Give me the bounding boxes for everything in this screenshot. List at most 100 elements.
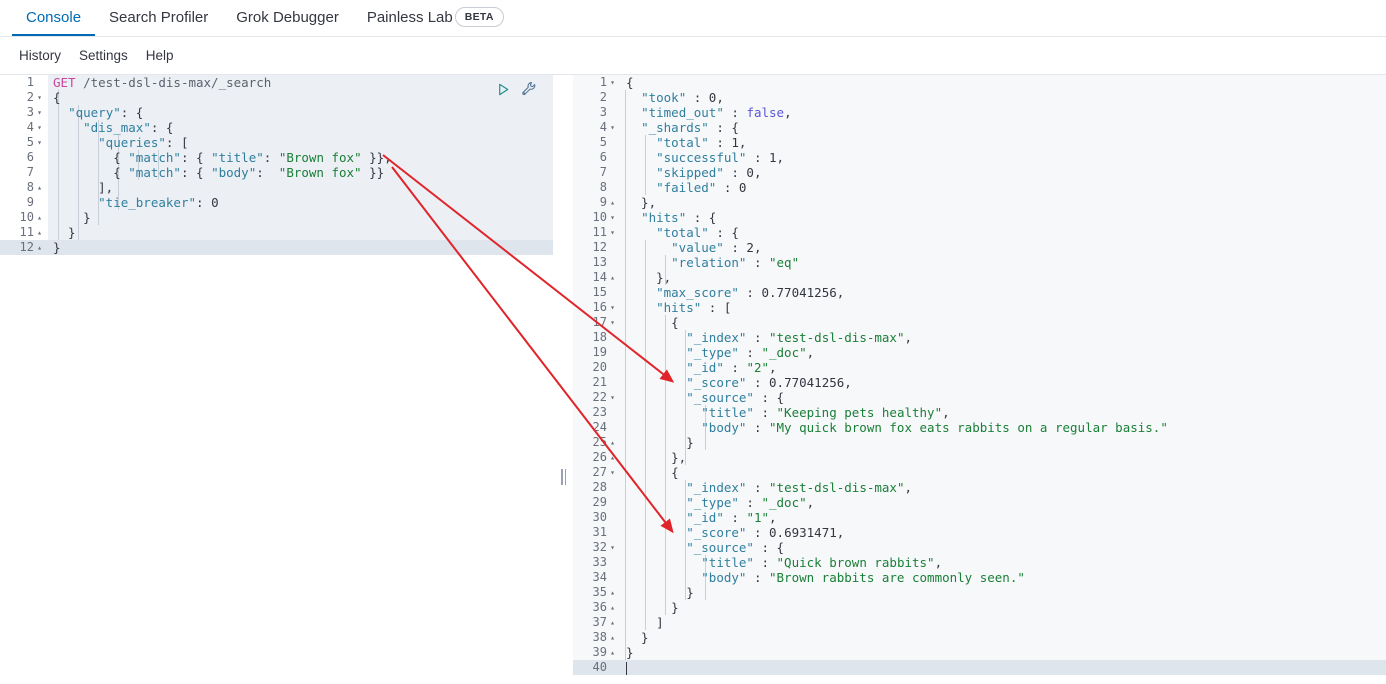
line-number: 11	[593, 225, 607, 240]
code-text: }	[621, 630, 1386, 645]
response-code-lines[interactable]: 1▾{2 "took" : 0,3 "timed_out" : false,4▾…	[573, 75, 1386, 675]
response-line-16[interactable]: 16▾ "hits" : [	[573, 300, 1386, 315]
response-line-20[interactable]: 20 "_id" : "2",	[573, 360, 1386, 375]
line-number: 16	[593, 300, 607, 315]
response-line-15[interactable]: 15 "max_score" : 0.77041256,	[573, 285, 1386, 300]
fold-close-icon[interactable]: ▴	[607, 600, 618, 615]
request-line-11[interactable]: 11▴ }	[0, 225, 553, 240]
response-line-37[interactable]: 37▴ ]	[573, 615, 1386, 630]
response-line-29[interactable]: 29 "_type" : "_doc",	[573, 495, 1386, 510]
response-line-7[interactable]: 7 "skipped" : 0,	[573, 165, 1386, 180]
request-line-10[interactable]: 10▴ }	[0, 210, 553, 225]
fold-close-icon[interactable]: ▴	[607, 585, 618, 600]
fold-open-icon[interactable]: ▾	[607, 300, 618, 315]
fold-open-icon[interactable]: ▾	[607, 225, 618, 240]
response-line-24[interactable]: 24 "body" : "My quick brown fox eats rab…	[573, 420, 1386, 435]
fold-close-icon[interactable]: ▴	[34, 180, 45, 195]
response-line-1[interactable]: 1▾{	[573, 75, 1386, 90]
response-line-23[interactable]: 23 "title" : "Keeping pets healthy",	[573, 405, 1386, 420]
response-line-14[interactable]: 14▴ },	[573, 270, 1386, 285]
fold-open-icon[interactable]: ▾	[607, 75, 618, 90]
response-line-21[interactable]: 21 "_score" : 0.77041256,	[573, 375, 1386, 390]
fold-open-icon[interactable]: ▾	[607, 210, 618, 225]
fold-close-icon[interactable]: ▴	[607, 645, 618, 660]
fold-open-icon[interactable]: ▾	[34, 120, 45, 135]
tab-search-profiler[interactable]: Search Profiler	[95, 0, 222, 36]
response-line-18[interactable]: 18 "_index" : "test-dsl-dis-max",	[573, 330, 1386, 345]
response-line-39[interactable]: 39▴}	[573, 645, 1386, 660]
request-line-5[interactable]: 5▾ "queries": [	[0, 135, 553, 150]
submenu-item-settings[interactable]: Settings	[70, 48, 137, 63]
response-line-4[interactable]: 4▾ "_shards" : {	[573, 120, 1386, 135]
submenu-item-history[interactable]: History	[10, 48, 70, 63]
fold-close-icon[interactable]: ▴	[607, 270, 618, 285]
request-line-2[interactable]: 2▾{	[0, 90, 553, 105]
response-line-11[interactable]: 11▾ "total" : {	[573, 225, 1386, 240]
fold-close-icon[interactable]: ▴	[34, 225, 45, 240]
response-line-28[interactable]: 28 "_index" : "test-dsl-dis-max",	[573, 480, 1386, 495]
fold-close-icon[interactable]: ▴	[607, 450, 618, 465]
response-line-9[interactable]: 9▴ },	[573, 195, 1386, 210]
request-line-6[interactable]: 6 { "match": { "title": "Brown fox" }},	[0, 150, 553, 165]
response-line-40[interactable]: 40	[573, 660, 1386, 675]
request-line-7[interactable]: 7 { "match": { "body": "Brown fox" }}	[0, 165, 553, 180]
fold-open-icon[interactable]: ▾	[34, 105, 45, 120]
request-line-12[interactable]: 12▴}	[0, 240, 553, 255]
fold-open-icon[interactable]: ▾	[607, 315, 618, 330]
fold-close-icon[interactable]: ▴	[607, 195, 618, 210]
fold-close-icon[interactable]: ▴	[34, 210, 45, 225]
response-editor[interactable]: 1▾{2 "took" : 0,3 "timed_out" : false,4▾…	[573, 75, 1386, 683]
request-editor-pane[interactable]: 1GET /test-dsl-dis-max/_search2▾{3▾ "que…	[0, 75, 553, 683]
response-line-38[interactable]: 38▴ }	[573, 630, 1386, 645]
response-line-10[interactable]: 10▾ "hits" : {	[573, 210, 1386, 225]
response-line-8[interactable]: 8 "failed" : 0	[573, 180, 1386, 195]
fold-open-icon[interactable]: ▾	[607, 540, 618, 555]
response-line-32[interactable]: 32▾ "_source" : {	[573, 540, 1386, 555]
fold-open-icon[interactable]: ▾	[34, 90, 45, 105]
request-line-9[interactable]: 9 "tie_breaker": 0	[0, 195, 553, 210]
request-line-4[interactable]: 4▾ "dis_max": {	[0, 120, 553, 135]
response-viewer-pane[interactable]: 1▾{2 "took" : 0,3 "timed_out" : false,4▾…	[573, 75, 1386, 683]
fold-open-icon[interactable]: ▾	[34, 135, 45, 150]
response-line-30[interactable]: 30 "_id" : "1",	[573, 510, 1386, 525]
response-line-25[interactable]: 25▴ }	[573, 435, 1386, 450]
fold-close-icon[interactable]: ▴	[34, 240, 45, 255]
response-line-5[interactable]: 5 "total" : 1,	[573, 135, 1386, 150]
splitter-grip-icon[interactable]	[561, 469, 566, 485]
request-line-8[interactable]: 8▴ ],	[0, 180, 553, 195]
response-line-36[interactable]: 36▴ }	[573, 600, 1386, 615]
response-line-34[interactable]: 34 "body" : "Brown rabbits are commonly …	[573, 570, 1386, 585]
response-line-27[interactable]: 27▾ {	[573, 465, 1386, 480]
line-number: 10	[593, 210, 607, 225]
pane-splitter[interactable]	[553, 75, 573, 683]
response-line-2[interactable]: 2 "took" : 0,	[573, 90, 1386, 105]
fold-close-icon[interactable]: ▴	[607, 615, 618, 630]
submenu-item-help[interactable]: Help	[137, 48, 183, 63]
request-editor[interactable]: 1GET /test-dsl-dis-max/_search2▾{3▾ "que…	[0, 75, 553, 683]
fold-open-icon[interactable]: ▾	[607, 120, 618, 135]
fold-open-icon[interactable]: ▾	[607, 390, 618, 405]
response-line-22[interactable]: 22▾ "_source" : {	[573, 390, 1386, 405]
response-line-12[interactable]: 12 "value" : 2,	[573, 240, 1386, 255]
response-line-3[interactable]: 3 "timed_out" : false,	[573, 105, 1386, 120]
request-line-3[interactable]: 3▾ "query": {	[0, 105, 553, 120]
code-text: "body" : "Brown rabbits are commonly see…	[621, 570, 1386, 585]
tab-console[interactable]: Console	[12, 0, 95, 36]
fold-open-icon[interactable]: ▾	[607, 465, 618, 480]
response-line-26[interactable]: 26▴ },	[573, 450, 1386, 465]
fold-close-icon[interactable]: ▴	[607, 630, 618, 645]
fold-close-icon[interactable]: ▴	[607, 435, 618, 450]
response-line-13[interactable]: 13 "relation" : "eq"	[573, 255, 1386, 270]
wrench-icon[interactable]	[521, 81, 537, 97]
response-line-6[interactable]: 6 "successful" : 1,	[573, 150, 1386, 165]
request-code-lines[interactable]: 1GET /test-dsl-dis-max/_search2▾{3▾ "que…	[0, 75, 553, 255]
response-line-31[interactable]: 31 "_score" : 0.6931471,	[573, 525, 1386, 540]
response-line-33[interactable]: 33 "title" : "Quick brown rabbits",	[573, 555, 1386, 570]
response-line-17[interactable]: 17▾ {	[573, 315, 1386, 330]
tab-painless-lab[interactable]: Painless Lab BETA	[353, 0, 518, 36]
play-icon[interactable]	[496, 82, 511, 97]
tab-grok-debugger[interactable]: Grok Debugger	[222, 0, 353, 36]
request-line-1[interactable]: 1GET /test-dsl-dis-max/_search	[0, 75, 553, 90]
response-line-35[interactable]: 35▴ }	[573, 585, 1386, 600]
response-line-19[interactable]: 19 "_type" : "_doc",	[573, 345, 1386, 360]
